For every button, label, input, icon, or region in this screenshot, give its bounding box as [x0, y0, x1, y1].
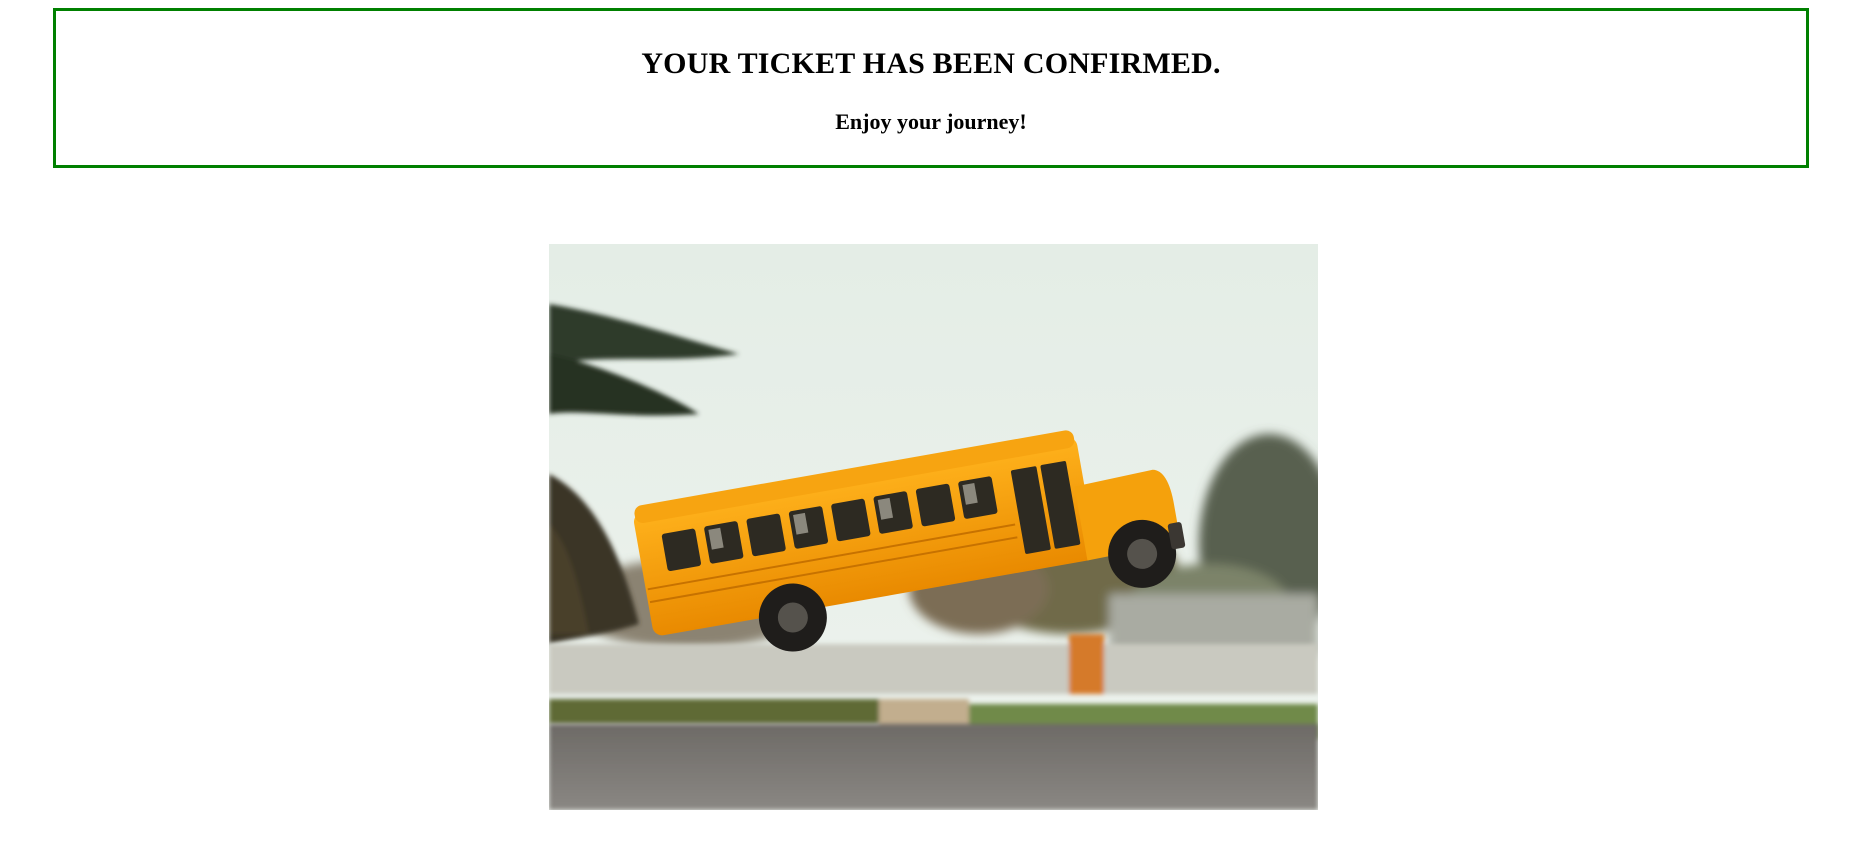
- confirmation-subtitle: Enjoy your journey!: [835, 109, 1027, 134]
- confirmation-banner: YOUR TICKET HAS BEEN CONFIRMED. Enjoy yo…: [53, 8, 1809, 168]
- confirmation-title: YOUR TICKET HAS BEEN CONFIRMED.: [641, 47, 1221, 80]
- flying-bus-image: [549, 244, 1318, 810]
